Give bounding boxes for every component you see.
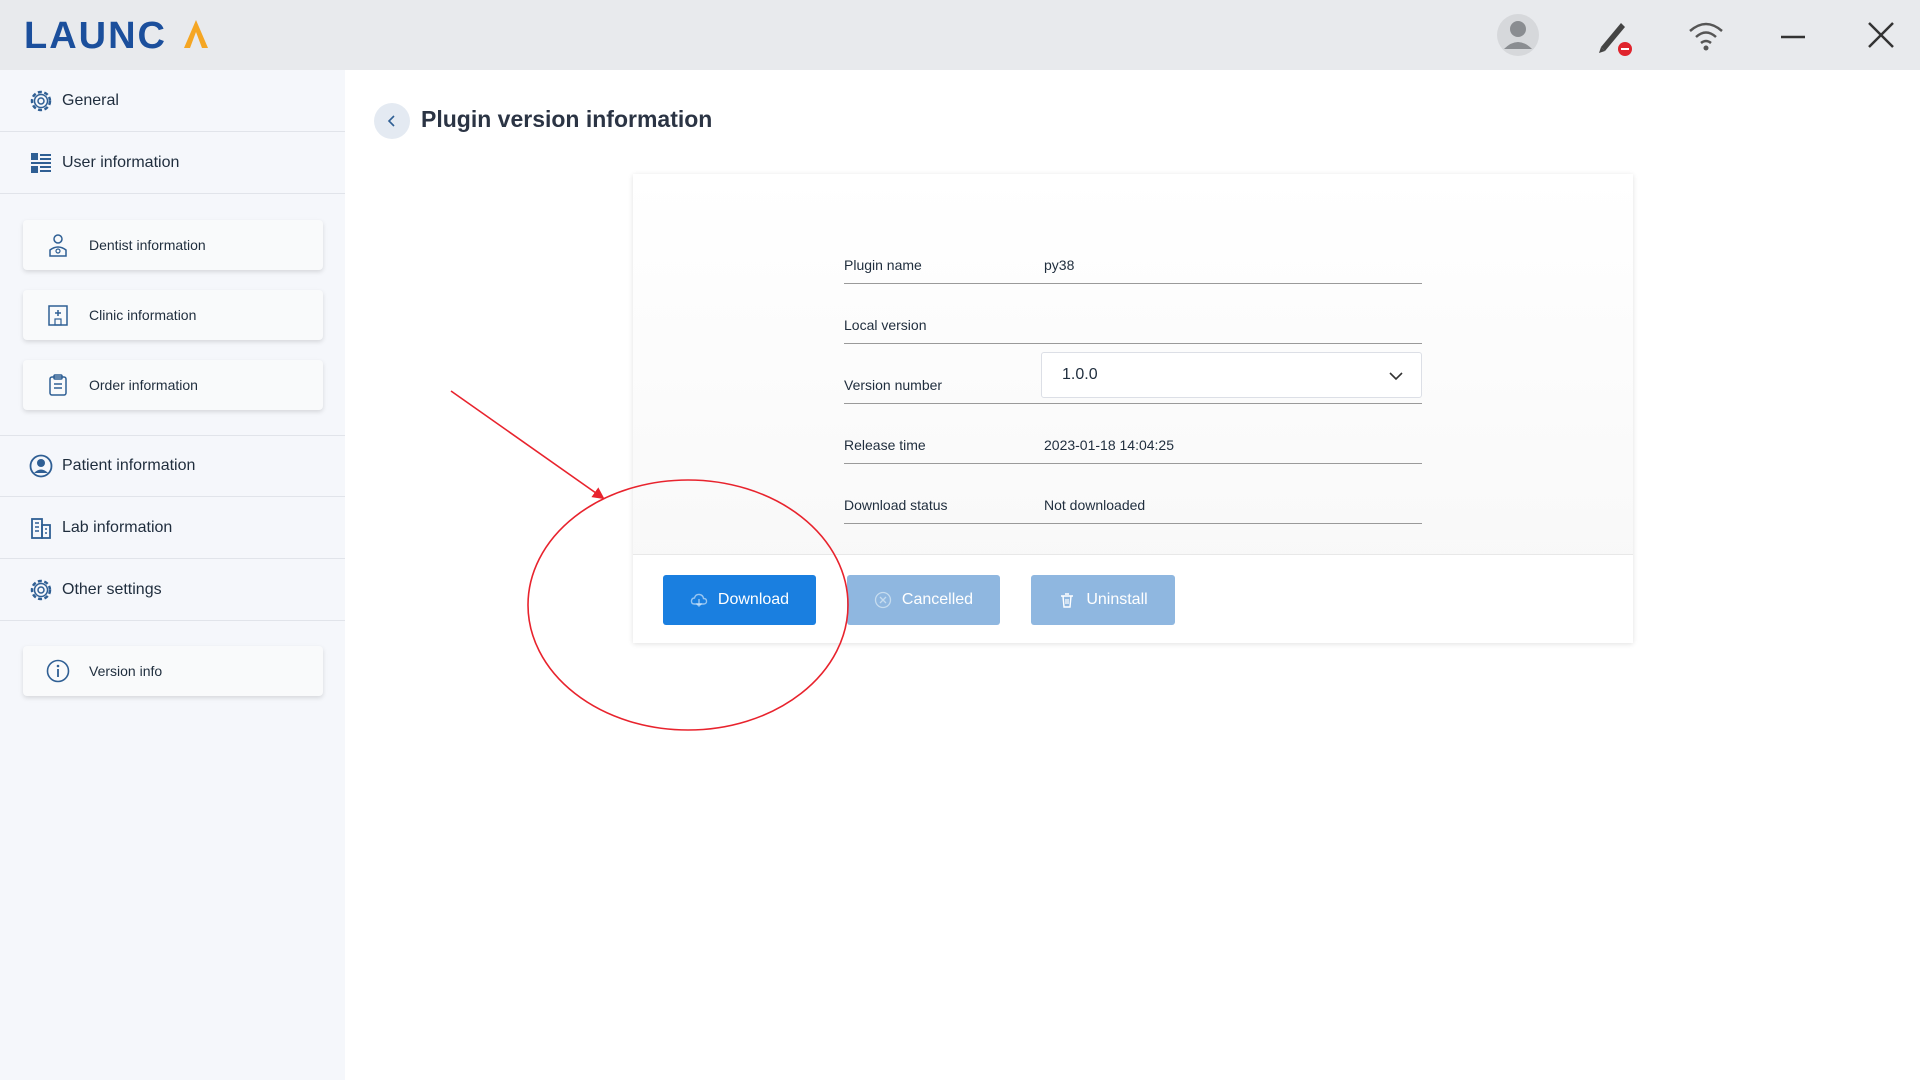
cloud-download-icon bbox=[690, 593, 708, 607]
cancel-circle-icon bbox=[874, 591, 892, 609]
plugin-name-value: py38 bbox=[1044, 257, 1075, 273]
version-number-value: 1.0.0 bbox=[1062, 366, 1098, 383]
clinic-icon bbox=[48, 305, 68, 326]
sidebar-item-other-settings[interactable]: Other settings bbox=[0, 559, 345, 621]
dentist-icon bbox=[49, 234, 67, 257]
chevron-down-icon bbox=[1389, 372, 1403, 381]
sidebar-item-label: General bbox=[62, 91, 119, 109]
plugin-name-label: Plugin name bbox=[844, 257, 922, 273]
back-button[interactable] bbox=[374, 103, 410, 139]
pen-disconnected-icon[interactable] bbox=[1588, 10, 1638, 60]
chevron-left-icon bbox=[387, 115, 395, 127]
plugin-name-row: Plugin name py38 bbox=[844, 224, 1422, 284]
uninstall-button-label: Uninstall bbox=[1086, 591, 1148, 608]
download-status-row: Download status Not downloaded bbox=[844, 464, 1422, 524]
sidebar-item-patient-information[interactable]: Patient information bbox=[0, 435, 345, 497]
launca-logo: LAUNC bbox=[24, 15, 208, 54]
clipboard-icon bbox=[49, 374, 67, 396]
sidebar-item-dentist-information[interactable]: Dentist information bbox=[23, 220, 323, 270]
sidebar-item-label: Clinic information bbox=[89, 307, 197, 323]
annotation-arrow bbox=[450, 390, 605, 500]
version-number-label: Version number bbox=[844, 377, 943, 393]
title-bar: LAUNC bbox=[0, 0, 1920, 70]
person-circle-icon bbox=[29, 454, 53, 478]
local-version-label: Local version bbox=[844, 317, 927, 333]
sidebar-item-label: Order information bbox=[89, 377, 198, 393]
user-avatar-icon[interactable] bbox=[1493, 10, 1543, 60]
sidebar-item-label: Other settings bbox=[62, 580, 162, 598]
sidebar-item-version-info[interactable]: Version info bbox=[23, 646, 323, 696]
building-icon bbox=[31, 517, 51, 539]
download-button-label: Download bbox=[717, 591, 790, 608]
sidebar-item-general[interactable]: General bbox=[0, 70, 345, 132]
gear-icon bbox=[30, 90, 52, 111]
release-time-label: Release time bbox=[844, 437, 926, 453]
release-time-row: Release time 2023-01-18 14:04:25 bbox=[844, 404, 1422, 464]
sidebar-item-label: Dentist information bbox=[89, 237, 206, 253]
page-title: Plugin version information bbox=[421, 106, 713, 132]
sidebar-item-label: Patient information bbox=[62, 457, 196, 474]
close-icon[interactable] bbox=[1856, 10, 1906, 60]
trash-icon bbox=[1061, 593, 1074, 608]
svg-text:LAUNC: LAUNC bbox=[24, 15, 167, 54]
sidebar: General User information Dentist informa… bbox=[0, 70, 345, 1080]
panel-footer: Download Cancelled Uninstall bbox=[633, 554, 1633, 643]
cancelled-button[interactable]: Cancelled bbox=[847, 575, 1000, 625]
wifi-icon[interactable] bbox=[1681, 10, 1731, 60]
plugin-info-panel: Plugin name py38 Local version Version n… bbox=[633, 174, 1633, 643]
download-status-value: Not downloaded bbox=[1044, 497, 1146, 513]
sidebar-item-lab-information[interactable]: Lab information bbox=[0, 497, 345, 559]
download-button[interactable]: Download bbox=[663, 575, 816, 625]
local-version-row: Local version bbox=[844, 284, 1422, 344]
sidebar-item-label: Version info bbox=[89, 663, 163, 679]
version-number-select[interactable]: 1.0.0 bbox=[1041, 352, 1422, 398]
info-icon bbox=[46, 659, 70, 683]
sidebar-item-order-information[interactable]: Order information bbox=[23, 360, 323, 410]
gear-icon bbox=[30, 579, 52, 600]
cancelled-button-label: Cancelled bbox=[901, 591, 974, 608]
uninstall-button[interactable]: Uninstall bbox=[1031, 575, 1175, 625]
release-time-value: 2023-01-18 14:04:25 bbox=[1044, 437, 1174, 453]
grid-list-icon bbox=[31, 152, 51, 173]
sidebar-item-clinic-information[interactable]: Clinic information bbox=[23, 290, 323, 340]
download-status-label: Download status bbox=[844, 497, 948, 513]
sidebar-item-label: User information bbox=[62, 153, 180, 171]
sidebar-item-user-information[interactable]: User information bbox=[0, 132, 345, 194]
minimize-icon[interactable] bbox=[1768, 10, 1818, 60]
sidebar-item-label: Lab information bbox=[62, 518, 173, 536]
